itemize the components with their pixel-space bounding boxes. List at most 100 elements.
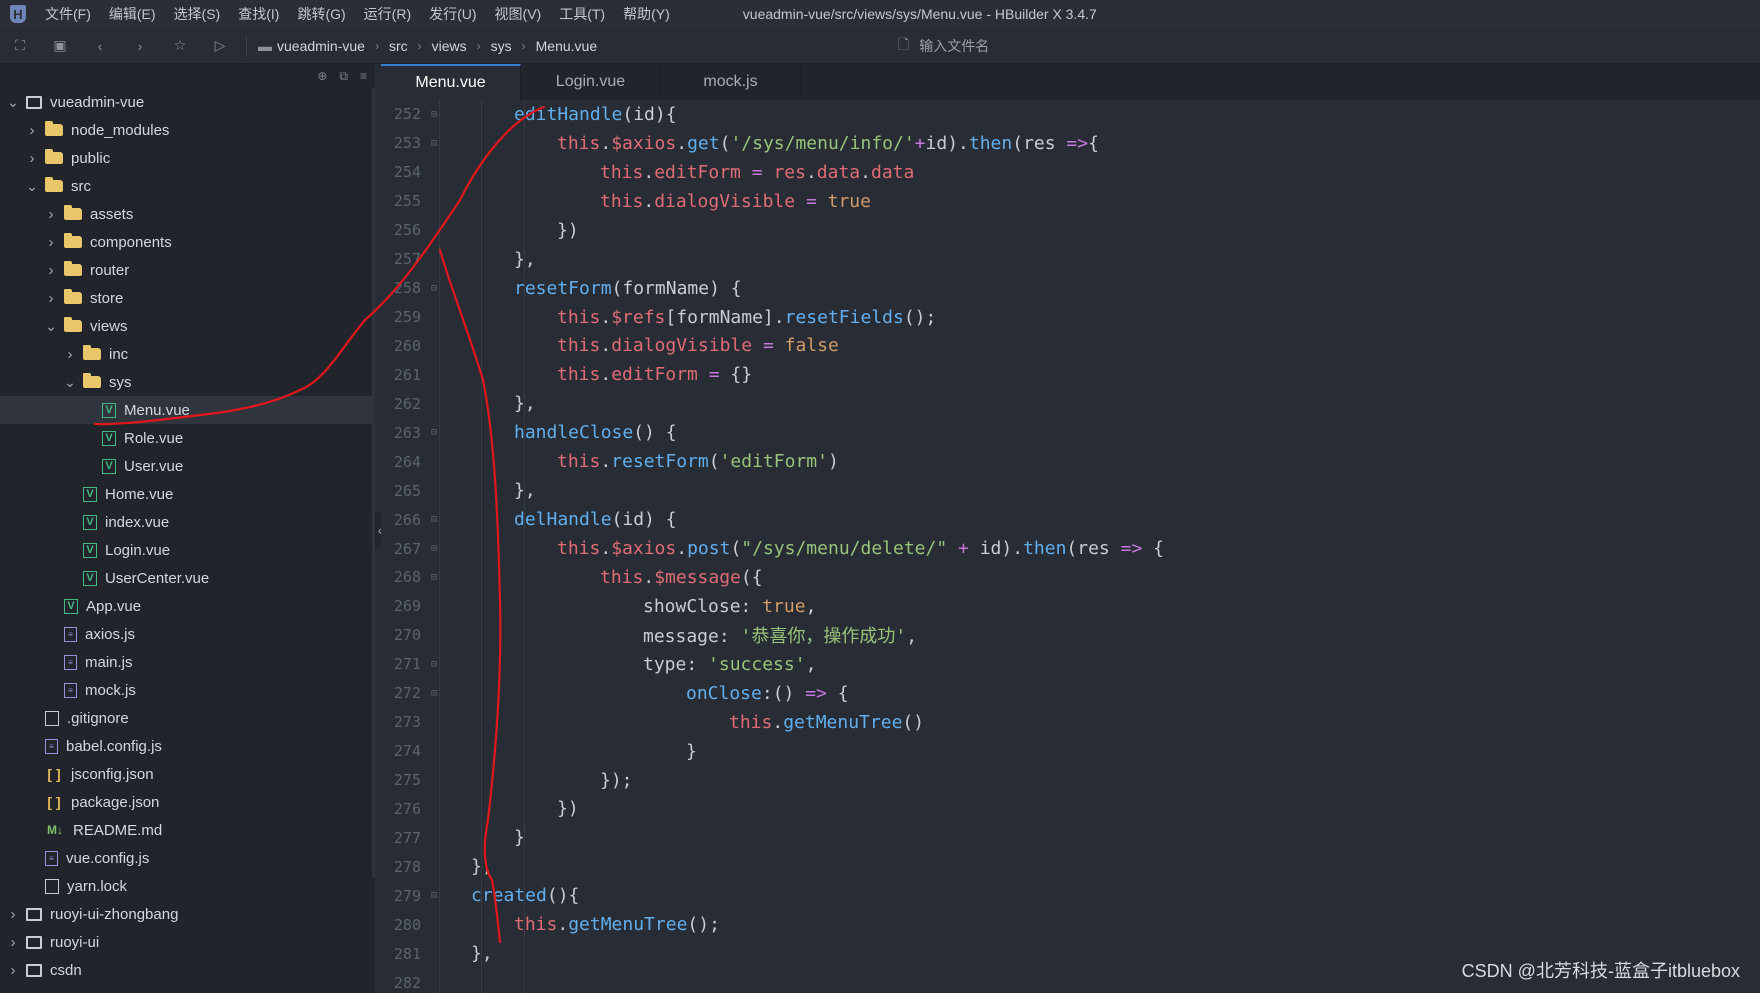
tree-item[interactable]: › router — [0, 256, 372, 284]
locate-icon[interactable]: ⊕ — [317, 69, 327, 83]
code-text: message: '恭喜你，操作成功', — [643, 626, 918, 648]
tree-item[interactable]: ⌄ vueadmin-vue — [0, 88, 372, 116]
menu-item[interactable]: 查找(I) — [229, 0, 288, 28]
project-icon — [26, 907, 42, 921]
editor-tab[interactable]: Menu.vue — [381, 64, 521, 100]
fold-toggle-icon[interactable]: ⊟ — [423, 283, 445, 294]
tree-item[interactable]: › inc — [0, 340, 372, 368]
chevron-right-icon[interactable]: › — [44, 262, 58, 279]
menu-item[interactable]: 编辑(E) — [100, 0, 165, 28]
tree-item-label: axios.js — [85, 625, 136, 643]
fold-toggle-icon[interactable]: ⊟ — [423, 890, 445, 901]
tree-item[interactable]: ›[ ]package.json — [0, 788, 372, 816]
tree-item[interactable]: ›.gitignore — [0, 704, 372, 732]
menu-item[interactable]: 发行(U) — [420, 0, 485, 28]
chevron-right-icon[interactable]: › — [6, 934, 20, 951]
tree-item-label: store — [90, 289, 124, 307]
file-search-input[interactable]: 输入文件名 — [919, 36, 989, 56]
tree-item[interactable]: ›Vindex.vue — [0, 508, 372, 536]
line-number: 270 — [393, 626, 421, 645]
breadcrumb-item[interactable]: sys — [491, 38, 512, 54]
tree-item[interactable]: ›M↓README.md — [0, 816, 372, 844]
chevron-right-icon[interactable]: › — [44, 234, 58, 251]
tree-item[interactable]: ›≡babel.config.js — [0, 732, 372, 760]
chevron-right-icon[interactable]: › — [6, 962, 20, 979]
editor-tab[interactable]: Login.vue — [521, 64, 661, 100]
menu-item[interactable]: 帮助(Y) — [614, 0, 679, 28]
chevron-right-icon[interactable]: › — [63, 346, 77, 363]
file-tree: ⌄ vueadmin-vue › node_modules › public ⌄ src › as… — [0, 88, 372, 984]
tree-item[interactable]: ⌄ views — [0, 312, 372, 340]
tree-item[interactable]: ›≡mock.js — [0, 676, 372, 704]
tree-item[interactable]: › node_modules — [0, 116, 372, 144]
code-area[interactable]: 252 ⊟ editHandle(id){253 ⊟ this.$axios.get('… — [381, 100, 1760, 993]
tree-item[interactable]: ›yarn.lock — [0, 872, 372, 900]
back-icon[interactable]: ‹ — [80, 28, 120, 64]
breadcrumb-item[interactable]: src — [389, 38, 408, 54]
fold-toggle-icon[interactable]: ⊟ — [423, 659, 445, 670]
tree-item[interactable]: ›VUser.vue — [0, 452, 372, 480]
run-icon[interactable]: ▷ — [200, 28, 240, 64]
menu-item[interactable]: 选择(S) — [165, 0, 230, 28]
collapse-all-icon[interactable]: ⧉ — [339, 69, 348, 84]
sidebar-scrollbar[interactable] — [372, 88, 375, 878]
chevron-down-icon[interactable]: ⌄ — [44, 318, 58, 335]
tree-item[interactable]: ›≡main.js — [0, 648, 372, 676]
menu-item[interactable]: 视图(V) — [486, 0, 551, 28]
tree-item[interactable]: › ruoyi-ui — [0, 928, 372, 956]
tree-item[interactable]: ⌄ src — [0, 172, 372, 200]
save-icon[interactable]: ▣ — [40, 28, 80, 64]
chevron-right-icon[interactable]: › — [44, 206, 58, 223]
line-number: 268 — [393, 568, 421, 587]
menu-item[interactable]: 跳转(G) — [288, 0, 354, 28]
tree-item[interactable]: ›VMenu.vue — [0, 396, 372, 424]
breadcrumb-item[interactable]: Menu.vue — [536, 38, 597, 54]
menu-item[interactable]: 工具(T) — [550, 0, 614, 28]
fold-toggle-icon[interactable]: ⊟ — [423, 688, 445, 699]
chevron-down-icon[interactable]: ⌄ — [63, 374, 77, 391]
fold-toggle-icon[interactable]: ⊟ — [423, 514, 445, 525]
vue-file-icon: V — [83, 486, 97, 502]
fold-toggle-icon[interactable]: ⊟ — [423, 138, 445, 149]
tree-item-label: Menu.vue — [124, 401, 190, 419]
breadcrumb-item[interactable]: vueadmin-vue — [277, 38, 365, 54]
fold-toggle-icon[interactable]: ⊟ — [423, 572, 445, 583]
tree-item-label: UserCenter.vue — [105, 569, 210, 587]
tree-item[interactable]: ›≡axios.js — [0, 620, 372, 648]
file-search[interactable]: 🗋 输入文件名 — [898, 28, 989, 64]
chevron-down-icon[interactable]: ⌄ — [25, 178, 39, 195]
tree-item[interactable]: ›VLogin.vue — [0, 536, 372, 564]
tree-item[interactable]: ⌄ sys — [0, 368, 372, 396]
fold-toggle-icon[interactable]: ⊟ — [423, 109, 445, 120]
forward-icon[interactable]: › — [120, 28, 160, 64]
code-line: 255 this.dialogVisible = true — [381, 187, 1760, 216]
tree-item[interactable]: › store — [0, 284, 372, 312]
tree-item[interactable]: › csdn — [0, 956, 372, 984]
tree-item[interactable]: › ruoyi-ui-zhongbang — [0, 900, 372, 928]
chevron-right-icon[interactable]: › — [6, 906, 20, 923]
tree-item[interactable]: › components — [0, 228, 372, 256]
tree-item[interactable]: ›VRole.vue — [0, 424, 372, 452]
editor-tab[interactable]: mock.js — [661, 64, 801, 100]
tree-item[interactable]: › assets — [0, 200, 372, 228]
tree-item[interactable]: ›VHome.vue — [0, 480, 372, 508]
menu-item[interactable]: 运行(R) — [355, 0, 420, 28]
tree-item[interactable]: ›VApp.vue — [0, 592, 372, 620]
star-icon[interactable]: ☆ — [160, 28, 200, 64]
tree-item[interactable]: › public — [0, 144, 372, 172]
fold-toggle-icon[interactable]: ⊟ — [423, 427, 445, 438]
chevron-right-icon[interactable]: › — [25, 122, 39, 139]
chevron-down-icon[interactable]: ⌄ — [6, 94, 20, 111]
file-tree-icon[interactable]: ⛶ — [0, 28, 40, 64]
code-line: 252 ⊟ editHandle(id){ — [381, 100, 1760, 129]
tree-item[interactable]: ›VUserCenter.vue — [0, 564, 372, 592]
chevron-right-icon[interactable]: › — [44, 290, 58, 307]
tree-item[interactable]: ›[ ]jsconfig.json — [0, 760, 372, 788]
tree-item[interactable]: ›≡vue.config.js — [0, 844, 372, 872]
chevron-right-icon[interactable]: › — [25, 150, 39, 167]
menu-icon[interactable]: ≡ — [360, 69, 367, 83]
breadcrumb-item[interactable]: views — [432, 38, 467, 54]
line-number: 259 — [393, 308, 421, 327]
menu-item[interactable]: 文件(F) — [36, 0, 100, 28]
fold-toggle-icon[interactable]: ⊟ — [423, 543, 445, 554]
